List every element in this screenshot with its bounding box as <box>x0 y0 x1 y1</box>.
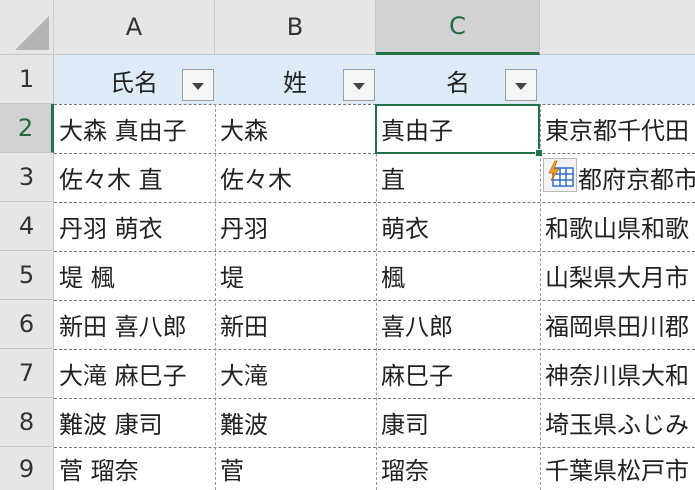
filter-button-b[interactable] <box>343 69 375 101</box>
row-header-7[interactable]: 7 <box>0 349 54 398</box>
cell-a8[interactable]: 難波 康司 <box>54 398 215 447</box>
cell-b3[interactable]: 佐々木 <box>215 153 376 202</box>
cell-c6[interactable]: 喜八郎 <box>376 300 540 349</box>
header-label-sei: 姓 <box>283 69 307 97</box>
row-header-4[interactable]: 4 <box>0 202 54 251</box>
dropdown-arrow-icon <box>515 83 527 90</box>
cell-b4[interactable]: 丹羽 <box>215 202 376 251</box>
cell-b9[interactable]: 菅 <box>215 447 376 490</box>
cell-d4[interactable]: 和歌山県和歌 <box>540 202 695 251</box>
cell-a5[interactable]: 堤 楓 <box>54 251 215 300</box>
active-cell-border <box>375 104 540 154</box>
fill-handle[interactable] <box>535 149 543 157</box>
cell-b5[interactable]: 堤 <box>215 251 376 300</box>
filter-button-c[interactable] <box>505 69 537 101</box>
header-label-shimei: 氏名 <box>110 69 158 97</box>
column-header-b[interactable]: B <box>215 0 376 55</box>
dropdown-arrow-icon <box>192 83 204 90</box>
cell-b6[interactable]: 新田 <box>215 300 376 349</box>
cell-b8[interactable]: 難波 <box>215 398 376 447</box>
spreadsheet: A B C 1 2 3 4 5 6 7 8 9 氏名 姓 名 大森 真由子 大森… <box>0 0 695 490</box>
column-header-c[interactable]: C <box>376 0 540 55</box>
cell-d7[interactable]: 神奈川県大和 <box>540 349 695 398</box>
select-all-button[interactable] <box>0 0 54 55</box>
cell-a6[interactable]: 新田 喜八郎 <box>54 300 215 349</box>
cell-c5[interactable]: 楓 <box>376 251 540 300</box>
cell-c7[interactable]: 麻巳子 <box>376 349 540 398</box>
row-header-9[interactable]: 9 <box>0 447 54 490</box>
cell-d2[interactable]: 東京都千代田 <box>540 104 695 153</box>
row-header-8[interactable]: 8 <box>0 398 54 447</box>
cell-a9[interactable]: 菅 瑠奈 <box>54 447 215 490</box>
flash-fill-options-button[interactable] <box>543 158 577 192</box>
cell-c9[interactable]: 瑠奈 <box>376 447 540 490</box>
cell-b7[interactable]: 大滝 <box>215 349 376 398</box>
dropdown-arrow-icon <box>353 83 365 90</box>
cell-a3[interactable]: 佐々木 直 <box>54 153 215 202</box>
cell-a2[interactable]: 大森 真由子 <box>54 104 215 153</box>
cell-b2[interactable]: 大森 <box>215 104 376 153</box>
row-header-2[interactable]: 2 <box>0 104 54 153</box>
column-header-a[interactable]: A <box>54 0 215 55</box>
flash-fill-icon <box>548 160 574 187</box>
row-header-5[interactable]: 5 <box>0 251 54 300</box>
cell-d6[interactable]: 福岡県田川郡 <box>540 300 695 349</box>
cell-d5[interactable]: 山梨県大月市 <box>540 251 695 300</box>
cell-c4[interactable]: 萌衣 <box>376 202 540 251</box>
cell-a7[interactable]: 大滝 麻巳子 <box>54 349 215 398</box>
column-header-d[interactable] <box>540 0 695 55</box>
cell-d8[interactable]: 埼玉県ふじみ <box>540 398 695 447</box>
cell-d9[interactable]: 千葉県松戸市 <box>540 447 695 490</box>
header-label-mei: 名 <box>446 69 470 97</box>
cell-c3[interactable]: 直 <box>376 153 540 202</box>
select-all-triangle-icon <box>15 16 49 50</box>
cell-c8[interactable]: 康司 <box>376 398 540 447</box>
row-header-1[interactable]: 1 <box>0 55 54 104</box>
cell-a4[interactable]: 丹羽 萌衣 <box>54 202 215 251</box>
row-header-3[interactable]: 3 <box>0 153 54 202</box>
filter-button-a[interactable] <box>182 69 214 101</box>
row-header-6[interactable]: 6 <box>0 300 54 349</box>
